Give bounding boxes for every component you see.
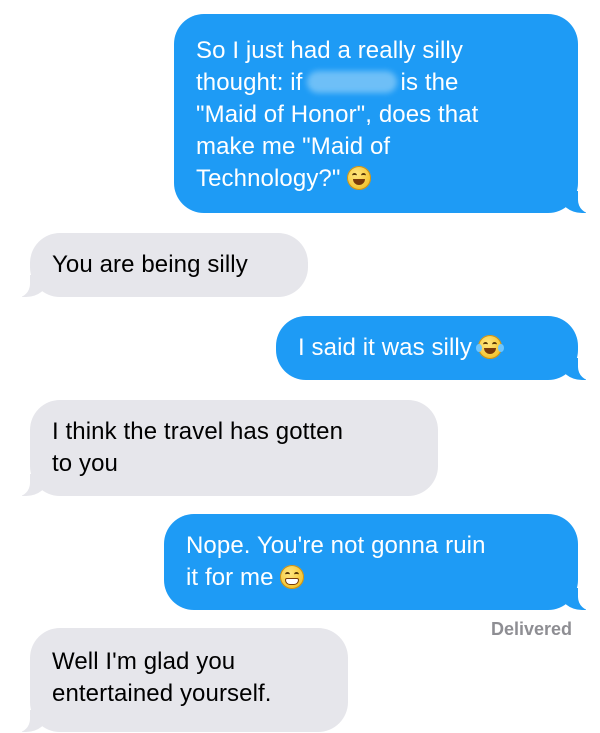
message-line: So I just had a really silly — [196, 37, 463, 64]
received-message-bubble[interactable]: I think the travel has gotten to you — [8, 400, 438, 497]
message-text: is the — [400, 69, 459, 96]
message-line: You are being silly — [52, 251, 248, 278]
message-line: entertained yourself. — [52, 680, 272, 707]
grinning-squinting-face-emoji-icon — [346, 166, 371, 190]
message-line: Nope. You're not gonna ruin — [186, 532, 486, 559]
message-thread: So I just had a really silly thought: if… — [0, 0, 600, 733]
message-line: Technology?" — [196, 163, 556, 195]
message-line: "Maid of Honor", does that — [196, 101, 479, 128]
message-text: Technology?" — [196, 165, 341, 192]
redacted-name — [306, 71, 397, 93]
message-text: thought: if — [196, 69, 303, 96]
message-line: it for me — [186, 562, 556, 594]
received-message-bubble[interactable]: You are being silly — [8, 233, 308, 298]
message-line: I think the travel has gotten — [52, 418, 344, 445]
grimacing-face-emoji-icon — [279, 565, 304, 589]
sent-message-bubble[interactable]: So I just had a really silly thought: if… — [174, 14, 600, 214]
message-line: Well I'm glad you — [52, 648, 236, 675]
message-line: make me "Maid of — [196, 133, 391, 160]
sent-message-bubble[interactable]: I said it was silly — [276, 316, 600, 381]
received-message-bubble[interactable]: Well I'm glad you entertained yourself. — [8, 628, 348, 733]
sent-message-bubble[interactable]: Nope. You're not gonna ruin it for me — [164, 514, 600, 611]
face-with-tears-of-joy-emoji-icon — [475, 335, 504, 359]
message-line: thought: if is the — [196, 67, 556, 99]
message-text: I said it was silly — [298, 334, 472, 361]
delivery-status: Delivered — [490, 619, 572, 639]
message-line: I said it was silly — [298, 332, 556, 364]
message-text: it for me — [186, 564, 274, 591]
message-line: to you — [52, 450, 118, 477]
